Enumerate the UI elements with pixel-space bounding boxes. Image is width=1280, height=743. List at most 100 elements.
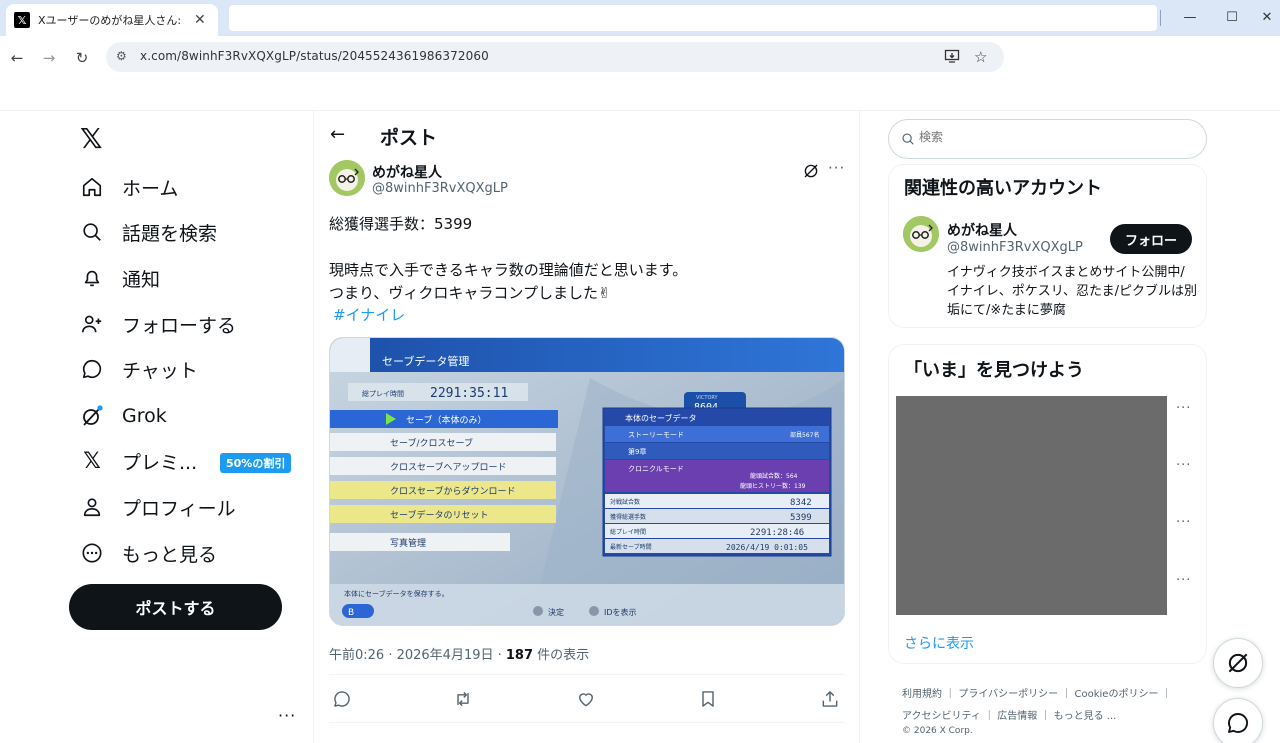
media-victory-label: VICTORY [696,395,719,401]
home-icon [80,175,104,199]
author-name[interactable]: めがね星人 [372,162,442,182]
author-handle[interactable]: @8winhF3RvXQXgLP [372,181,508,196]
bookmark-star-icon[interactable]: ☆ [974,48,987,66]
bookmark-icon[interactable] [697,688,719,710]
nav-chat[interactable]: チャット [80,353,198,385]
premium-discount-badge[interactable]: 50%の割引 [220,453,292,473]
window-close-icon[interactable]: ✕ [1257,8,1277,28]
media-stat-label-3: 最新セーブ時間 [610,543,652,551]
nav-explore-label: 話題を検索 [122,222,218,245]
column-divider-right [859,111,860,743]
tab-close-icon[interactable]: ✕ [194,12,206,28]
minimize-icon[interactable]: — [1180,8,1200,28]
reply-icon[interactable] [331,688,353,710]
bell-icon [80,266,104,290]
share-icon[interactable] [819,688,841,710]
back-arrow-icon[interactable]: ← [330,124,345,145]
media-header: セーブデータ管理 [382,354,469,368]
reload-icon[interactable]: ↻ [71,47,93,69]
footer-links-1[interactable]: 利用規約 ｜ プライバシーポリシー ｜ Cookieのポリシー ｜ [902,685,1172,700]
trends-card: 「いま」を見つけよう ··· ··· ··· ··· さらに表示 [888,344,1207,664]
nav-profile[interactable]: プロフィール [80,491,236,523]
search-input[interactable] [919,130,1189,144]
media-panel-title: 本体のセーブデータ [625,413,697,423]
nav-home[interactable]: ホーム [80,171,178,203]
media-stat-label-2: 総プレイ時間 [610,528,646,536]
grok-fab[interactable] [1213,638,1263,688]
search-box[interactable] [888,119,1207,159]
footer-links-2[interactable]: アクセシビリティ ｜ 広告情報 ｜ もっと見る ... [902,707,1116,722]
grok-explain-icon[interactable] [802,162,820,184]
related-name[interactable]: めがね星人 [947,220,1017,240]
url-text: x.com/8winhF3RvXQXgLP/status/20455243619… [140,49,489,63]
grok-icon [80,404,104,428]
x-logo-icon[interactable]: 𝕏 [80,122,103,155]
post-media-image[interactable]: セーブデータ管理 総プレイ時間 2291:35:11 セーブ（本体のみ） セーブ… [329,337,845,626]
hashtag-link[interactable]: #イナイレ [333,304,405,325]
tab-separator [1160,10,1161,26]
media-menu-1: セーブ/クロスセーブ [390,437,473,449]
follow-button[interactable]: フォロー [1110,224,1192,254]
show-more-link[interactable]: さらに表示 [904,633,974,653]
x-premium-icon: 𝕏 [83,448,101,474]
related-handle[interactable]: @8winhF3RvXQXgLP [947,240,1083,255]
nav-notifications[interactable]: 通知 [80,262,160,294]
media-stat-label-0: 対戦試合数 [610,498,640,506]
nav-premium-label: プレミ... [122,451,198,474]
chat-icon [80,357,104,381]
related-accounts-card: 関連性の高いアカウント めがね星人 @8winhF3RvXQXgLP フォロー … [888,164,1207,328]
maximize-icon[interactable]: ☐ [1222,8,1242,28]
grok-icon [1228,653,1248,673]
media-playtime-label: 総プレイ時間 [362,389,404,398]
media-chronicle-2: 龍頭ヒストリー数：139 [740,482,806,490]
media-story-mode: ストーリーモード [628,431,684,439]
post-button[interactable]: ポストする [69,584,282,630]
account-menu-icon[interactable]: ··· [278,706,296,725]
related-accounts-title: 関連性の高いアカウント [904,178,1102,199]
trend-more-icon[interactable]: ··· [1176,515,1191,530]
media-stat-value-3: 2026/4/19 0:01:05 [726,543,808,552]
nav-home-label: ホーム [122,177,179,200]
post-view-count: 187 [505,648,534,663]
post-text-line-3: つまり、ヴィクロキャラコンプしました✌ [329,284,611,302]
browser-tab[interactable]: 𝕏 Xユーザーのめがね星人さん:「総獲得 ✕ [6,4,218,36]
media-menu-3: クロスセーブからダウンロード [390,485,515,497]
nav-more[interactable]: もっと見る [80,537,217,569]
chat-fab[interactable] [1213,698,1263,743]
more-circle-icon [80,541,104,565]
nav-premium[interactable]: 𝕏 プレミ... [80,445,197,477]
forward-icon[interactable]: → [38,47,60,69]
media-menu-4: セーブデータのリセット [390,509,488,521]
trend-more-icon[interactable]: ··· [1176,458,1191,473]
related-avatar[interactable] [903,216,939,252]
media-menu-2: クロスセーブへアップロード [390,461,506,473]
media-btn-y: IDを表示 [604,607,637,617]
media-story-count: 部員567名 [790,431,819,439]
author-avatar[interactable] [329,160,365,196]
nav-grok[interactable]: Grok [80,400,167,432]
search-icon [901,131,915,150]
back-icon[interactable]: ← [6,47,28,69]
viewport-top-border [0,110,1280,111]
tab-title: Xユーザーのめがね星人さん:「総獲得 [38,14,186,27]
trends-title: 「いま」を見つけよう [904,360,1084,381]
trend-more-icon[interactable]: ··· [1176,573,1191,588]
related-bio: イナヴィク技ボイスまとめサイト公開中/ イナイレ、ポケスリ、忍たま/ピクブルは別… [947,265,1197,318]
media-btn-b: B [348,608,354,618]
trend-more-icon[interactable]: ··· [1176,401,1191,416]
media-stat-label-1: 獲得総選手数 [610,513,646,521]
nav-explore[interactable]: 話題を検索 [80,216,217,248]
post-more-icon[interactable]: ··· [828,159,845,177]
install-app-icon[interactable] [944,48,960,68]
site-info-icon[interactable]: ⚙ [116,49,127,63]
repost-icon[interactable] [452,688,474,710]
like-icon[interactable] [575,688,597,710]
address-bar[interactable]: ⚙ x.com/8winhF3RvXQXgLP/status/204552436… [106,42,1004,72]
post-timestamp[interactable]: 午前0:26 · 2026年4月19日 · [329,648,506,663]
post-view-suffix: 件の表示 [533,648,590,663]
post-text-line-2: 現時点で入手できるキャラ数の理論値だと思います。 [329,261,688,279]
nav-follow[interactable]: フォローする [80,308,236,340]
page-title: ポスト [380,127,438,149]
media-menu-5: 写真管理 [390,537,426,549]
browser-titlebar: 𝕏 Xユーザーのめがね星人さん:「総獲得 ✕ — ☐ ✕ [0,0,1280,36]
